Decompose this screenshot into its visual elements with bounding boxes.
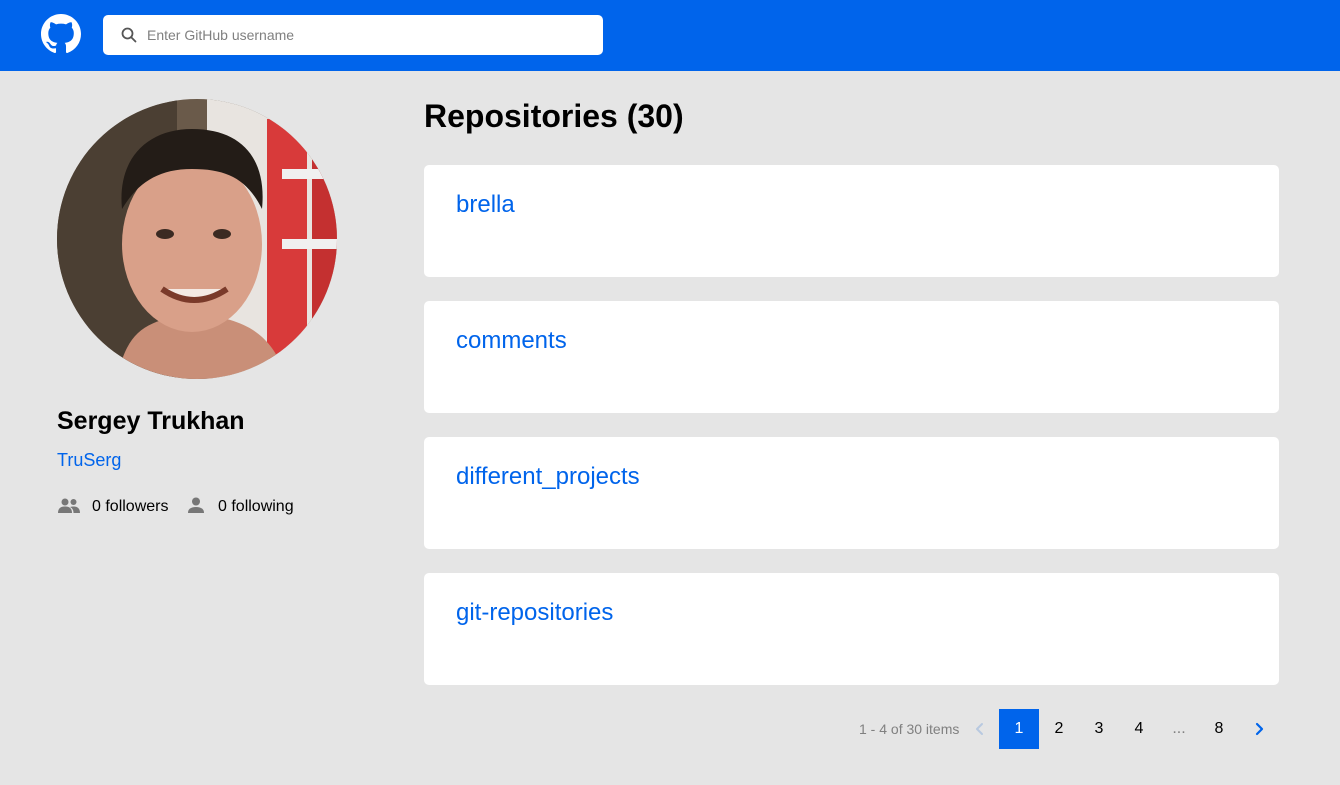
repo-card[interactable]: brella <box>424 165 1279 277</box>
page-button-1[interactable]: 1 <box>999 709 1039 749</box>
search-input[interactable] <box>147 15 587 55</box>
user-name: Sergey Trukhan <box>57 407 245 435</box>
following-count: 0 following <box>218 498 294 515</box>
repo-card[interactable]: git-repositories <box>424 573 1279 685</box>
next-page-button[interactable] <box>1239 709 1279 749</box>
page-button-2[interactable]: 2 <box>1039 709 1079 749</box>
page-button-8[interactable]: 8 <box>1199 709 1239 749</box>
repositories-title: Repositories (30) <box>424 98 684 134</box>
page-ellipsis[interactable]: ... <box>1159 709 1199 749</box>
prev-page-button[interactable] <box>960 709 1000 749</box>
people-icon <box>58 498 80 513</box>
avatar <box>57 99 337 379</box>
chevron-right-icon <box>1255 722 1264 736</box>
repo-card[interactable]: different_projects <box>424 437 1279 549</box>
repo-link[interactable]: git-repositories <box>456 599 613 627</box>
github-icon[interactable] <box>41 14 81 54</box>
chevron-left-icon <box>976 723 983 735</box>
page-button-3[interactable]: 3 <box>1079 709 1119 749</box>
user-login-link[interactable]: TruSerg <box>57 450 121 471</box>
avatar-photo <box>57 99 337 379</box>
repo-card[interactable]: comments <box>424 301 1279 413</box>
pagination-summary: 1 - 4 of 30 items <box>859 721 960 737</box>
repo-link[interactable]: different_projects <box>456 463 640 491</box>
repo-link[interactable]: brella <box>456 191 515 219</box>
person-icon <box>188 497 204 513</box>
search-box[interactable] <box>103 15 603 55</box>
search-icon <box>121 27 137 43</box>
page-button-4[interactable]: 4 <box>1119 709 1159 749</box>
repo-link[interactable]: comments <box>456 327 567 355</box>
pagination: 1 - 4 of 30 items 1 2 3 4 ... 8 <box>0 709 1340 749</box>
top-header <box>0 0 1340 71</box>
followers-count: 0 followers <box>92 498 169 515</box>
